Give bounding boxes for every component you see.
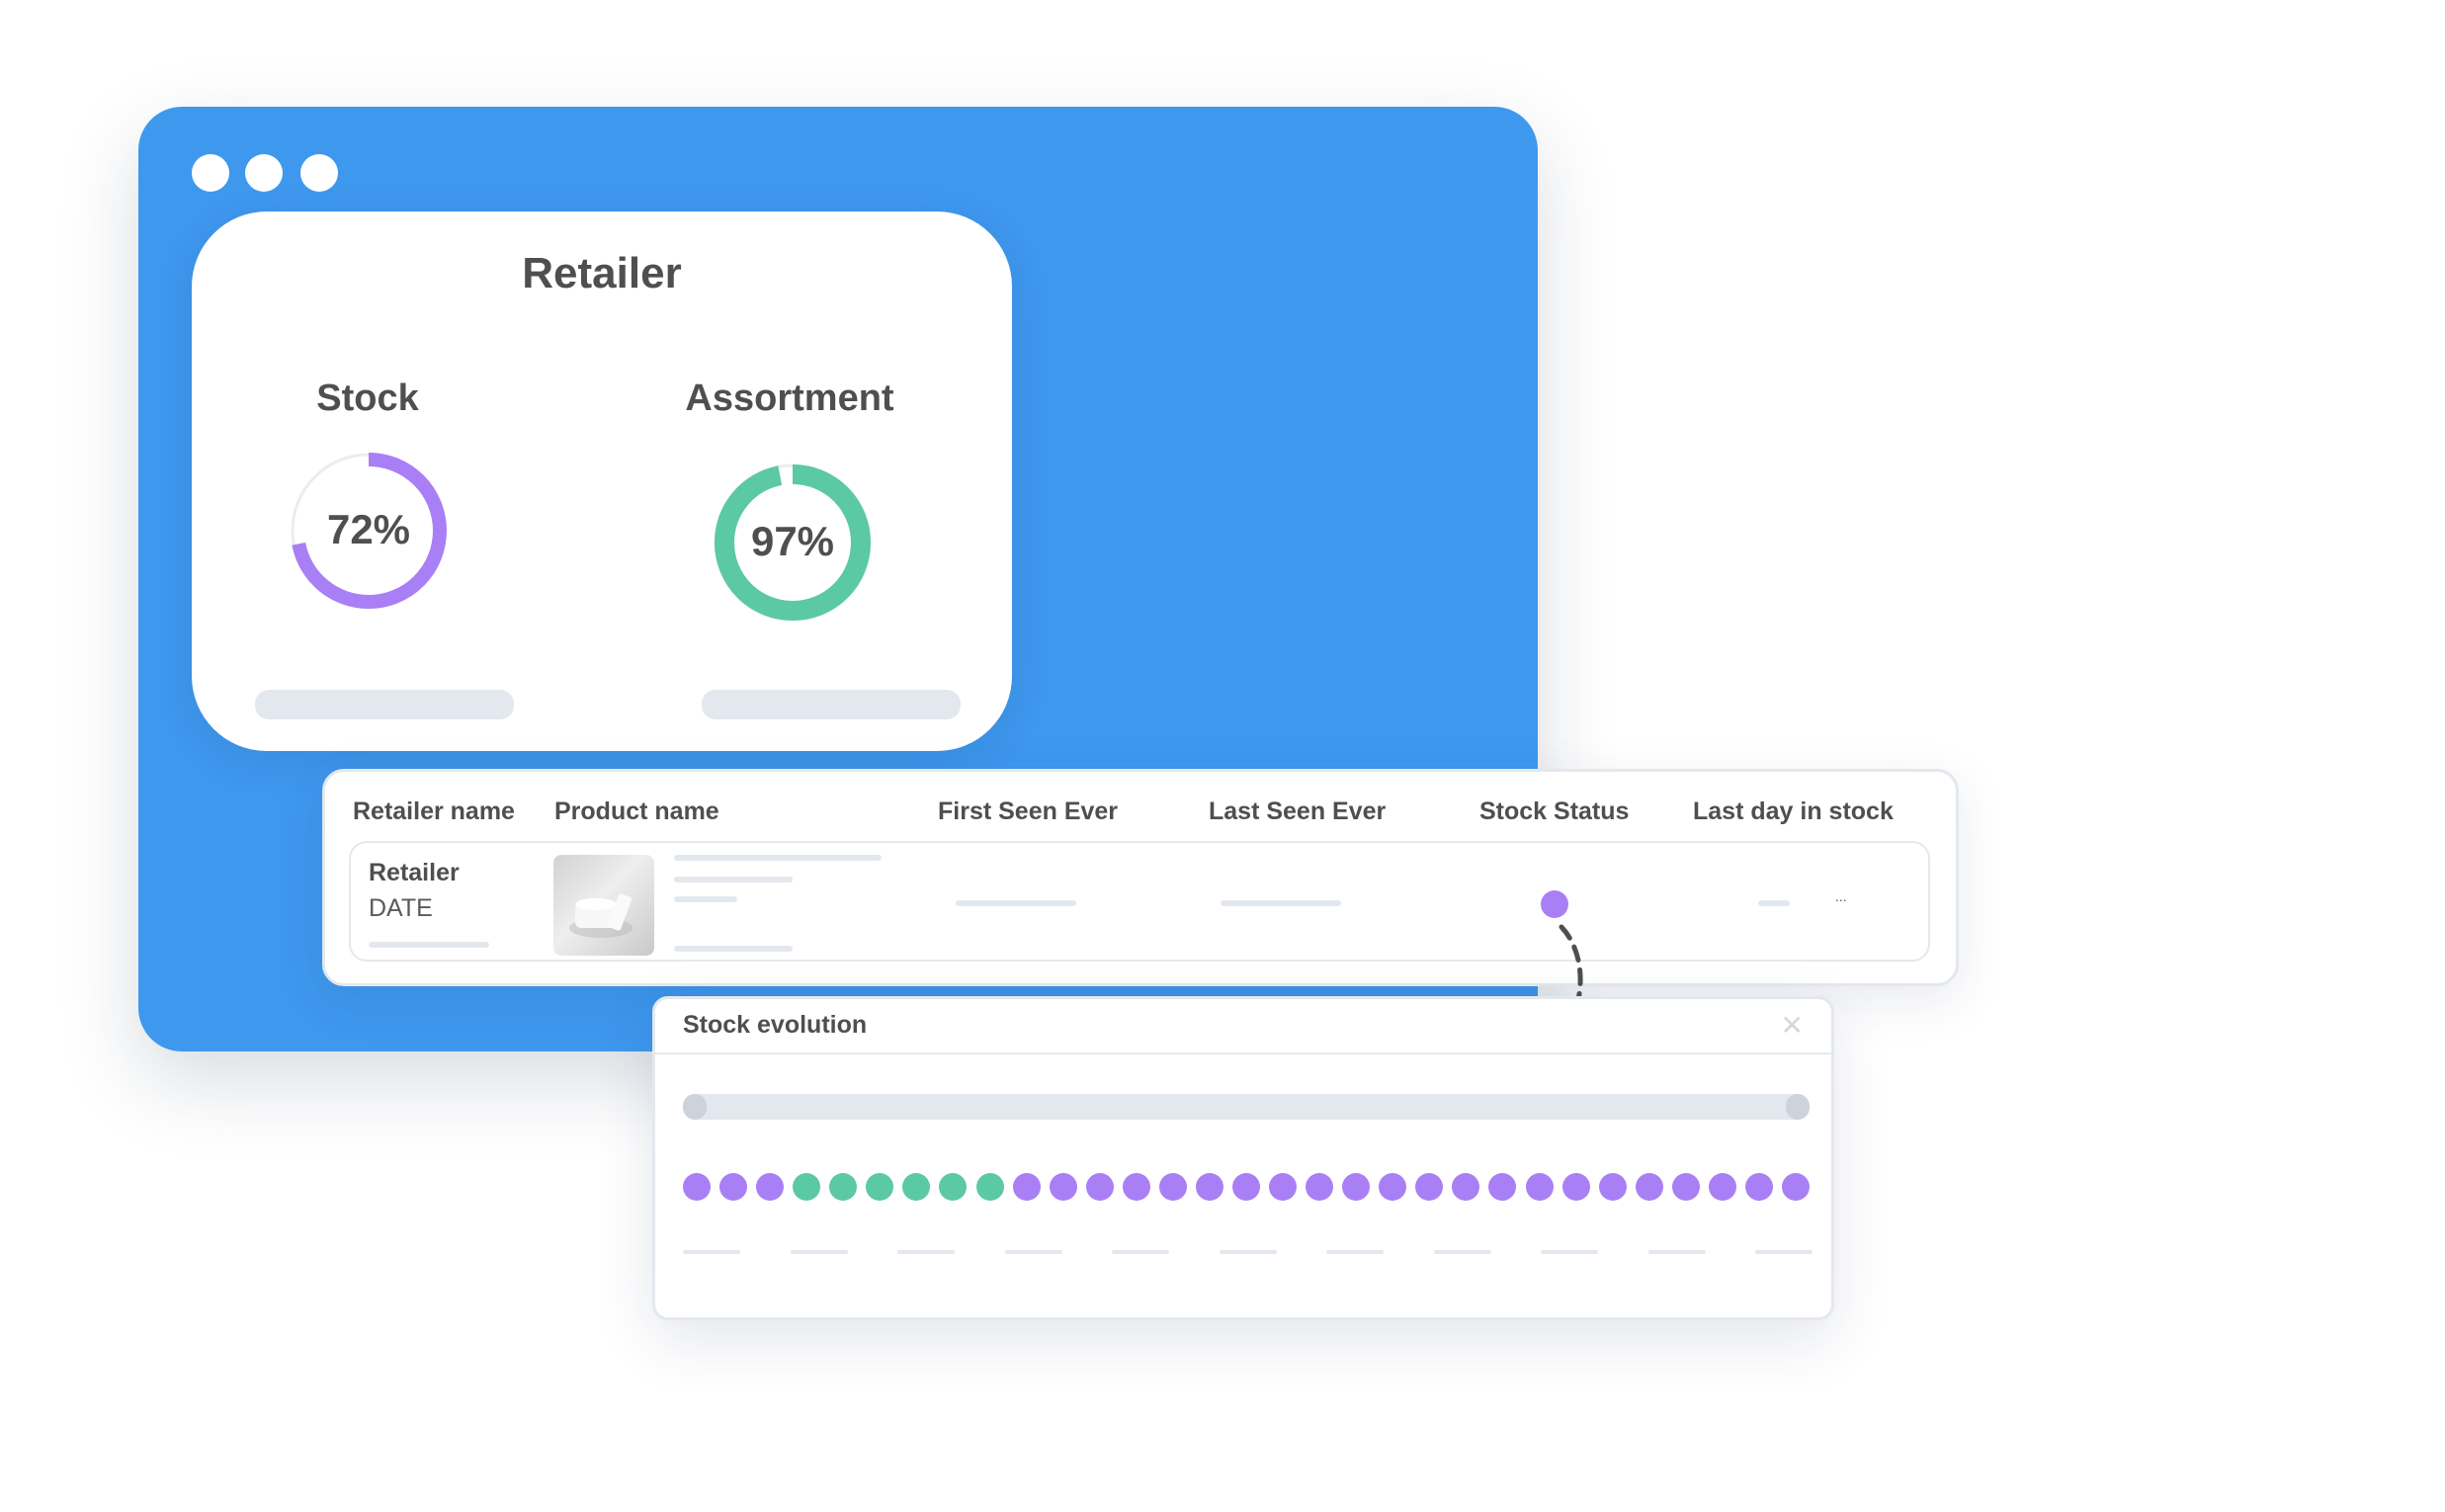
stock-day-dot[interactable] [793, 1173, 821, 1201]
stock-percent: 72% [326, 506, 411, 552]
header-first-seen-ever[interactable]: First Seen Ever [938, 798, 1118, 826]
header-last-seen-ever[interactable]: Last Seen Ever [1209, 798, 1386, 826]
stock-day-dot[interactable] [866, 1173, 894, 1201]
last-day-placeholder [1758, 900, 1790, 906]
product-jar-icon [569, 893, 632, 938]
assortment-label: Assortment [685, 378, 894, 419]
skeleton-line [674, 896, 737, 902]
timeline-tick [1541, 1250, 1598, 1254]
window-dot-icon [245, 154, 283, 192]
skeleton-line [674, 946, 793, 952]
row-date: DATE [369, 894, 433, 922]
summary-title: Retailer [522, 249, 682, 297]
stock-day-dot[interactable] [1488, 1173, 1517, 1201]
stock-day-dot[interactable] [902, 1173, 931, 1201]
product-thumbnail [553, 855, 654, 956]
stock-day-dot[interactable] [1598, 1173, 1627, 1201]
stock-day-dot[interactable] [1452, 1173, 1480, 1201]
stock-day-dot[interactable] [1379, 1173, 1407, 1201]
skeleton-line [369, 942, 489, 948]
timeline-tick [1326, 1250, 1384, 1254]
last-seen-placeholder [1221, 900, 1341, 906]
stock-day-dot[interactable] [756, 1173, 785, 1201]
retailer-summary-card: Retailer Stock 72% Assortment 97% [192, 211, 1012, 751]
row-retailer-name: Retailer [369, 859, 460, 886]
stock-day-dot[interactable] [1269, 1173, 1298, 1201]
stock-day-dot[interactable] [1561, 1173, 1590, 1201]
stock-day-dot[interactable] [1415, 1173, 1444, 1201]
stock-day-dot[interactable] [1708, 1173, 1736, 1201]
timeline-tick [1004, 1250, 1062, 1254]
popup-title: Stock evolution [683, 1011, 868, 1039]
stock-day-dot[interactable] [1122, 1173, 1150, 1201]
timeline-tick [1755, 1250, 1813, 1254]
stock-day-dot[interactable] [1782, 1173, 1810, 1201]
timeline-tick [683, 1250, 740, 1254]
header-product-name[interactable]: Product name [554, 798, 719, 826]
skeleton-line [674, 855, 882, 861]
stock-day-dot[interactable] [1158, 1173, 1187, 1201]
stock-evolution-popup: Stock evolution ✕ [652, 996, 1834, 1320]
stock-day-dot[interactable] [1085, 1173, 1114, 1201]
stock-day-dot[interactable] [1306, 1173, 1334, 1201]
close-icon[interactable]: ✕ [1781, 1009, 1804, 1042]
header-stock-status[interactable]: Stock Status [1479, 798, 1629, 826]
popup-header: Stock evolution ✕ [655, 999, 1831, 1054]
header-retailer-name[interactable]: Retailer name [353, 798, 515, 826]
skeleton-bar [702, 690, 961, 719]
slider-handle-start[interactable] [683, 1094, 707, 1120]
stock-day-dot[interactable] [1671, 1173, 1700, 1201]
timeline-tick [1433, 1250, 1491, 1254]
stock-day-dot[interactable] [1342, 1173, 1371, 1201]
timeline-tick [1219, 1250, 1277, 1254]
skeleton-line [674, 877, 793, 882]
assortment-percent: 97% [750, 518, 835, 564]
stock-day-dot[interactable] [829, 1173, 858, 1201]
stock-day-dot[interactable] [1012, 1173, 1041, 1201]
stock-day-dot[interactable] [1049, 1173, 1077, 1201]
stock-day-dot[interactable] [719, 1173, 748, 1201]
stock-table: Retailer name Product name First Seen Ev… [322, 769, 1959, 986]
stock-day-dot[interactable] [1232, 1173, 1260, 1201]
timeline-tick [790, 1250, 848, 1254]
stock-day-dot[interactable] [975, 1173, 1004, 1201]
skeleton-bar [255, 690, 514, 719]
stock-day-dot[interactable] [1195, 1173, 1223, 1201]
timeline-tick [897, 1250, 955, 1254]
date-range-slider[interactable] [683, 1094, 1810, 1120]
stock-day-dot[interactable] [1744, 1173, 1773, 1201]
table-row[interactable]: Retailer DATE ... [349, 841, 1930, 962]
stock-status-dot[interactable] [1541, 890, 1568, 918]
window-dot-icon [192, 154, 229, 192]
stock-label: Stock [316, 378, 419, 419]
stock-day-dot[interactable] [683, 1173, 711, 1201]
more-options-icon[interactable]: ... [1835, 888, 1847, 904]
stock-day-dot[interactable] [939, 1173, 968, 1201]
slider-handle-end[interactable] [1786, 1094, 1810, 1120]
stock-day-dot[interactable] [1525, 1173, 1554, 1201]
window-dot-icon [300, 154, 338, 192]
stock-day-dot[interactable] [1635, 1173, 1663, 1201]
timeline-tick [1647, 1250, 1706, 1254]
header-last-day-in-stock[interactable]: Last day in stock [1693, 798, 1894, 826]
timeline-tick [1112, 1250, 1169, 1254]
first-seen-placeholder [956, 900, 1076, 906]
